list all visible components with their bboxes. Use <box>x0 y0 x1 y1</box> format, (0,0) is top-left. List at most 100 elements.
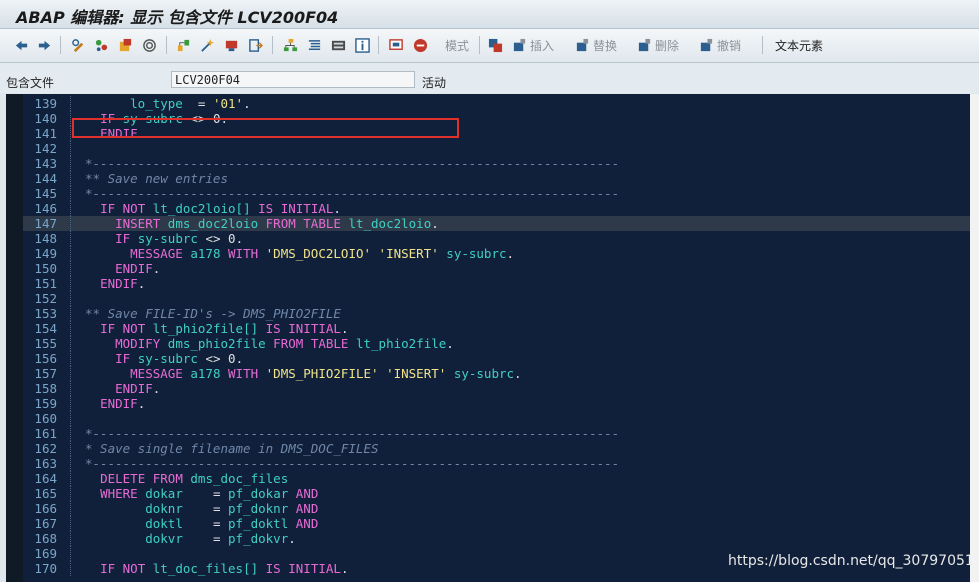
mode-button[interactable]: 模式 <box>442 37 469 53</box>
code-line[interactable]: 165 WHERE dokar = pf_dokar AND <box>23 486 979 501</box>
code-line[interactable]: 156 IF sy-subrc <> 0. <box>23 351 979 366</box>
code-line[interactable]: 153 ** Save FILE-ID's -> DMS_PHIO2FILE <box>23 306 979 321</box>
display-change-icon <box>72 38 84 52</box>
undo-icon <box>700 38 713 51</box>
display-change-button[interactable] <box>71 37 86 53</box>
where-used-button[interactable] <box>142 37 157 53</box>
code-line[interactable]: 157 MESSAGE a178 WITH 'DMS_PHIO2FILE' 'I… <box>23 366 979 381</box>
code-text: doknr = pf_doknr AND <box>145 501 319 516</box>
code-text: *---------------------------------------… <box>85 456 620 471</box>
line-number: 158 <box>34 381 57 396</box>
line-number: 168 <box>34 531 57 546</box>
code-line[interactable]: 155 MODIFY dms_phio2file FROM TABLE lt_p… <box>23 336 979 351</box>
debug-icon <box>201 38 215 52</box>
code-line[interactable]: 151 ENDIF. <box>23 276 979 291</box>
code-text: *---------------------------------------… <box>85 426 620 441</box>
line-number: 159 <box>34 396 57 411</box>
object-list-button[interactable] <box>176 37 191 53</box>
fold-marker <box>70 366 80 381</box>
line-number: 163 <box>34 456 57 471</box>
hierarchy-button[interactable] <box>283 37 298 53</box>
code-text: DELETE FROM dms_doc_files <box>100 471 289 486</box>
stop-button[interactable] <box>413 37 428 53</box>
fold-marker <box>70 516 80 531</box>
code-editor[interactable]: 139 lo_type = '01'. 140 IF sy-subrc <> 0.… <box>6 94 979 582</box>
code-text: IF NOT lt_doc2loio[] IS INITIAL. <box>100 201 341 216</box>
code-area[interactable]: 139 lo_type = '01'. 140 IF sy-subrc <> 0.… <box>23 94 979 582</box>
code-line[interactable]: 145 *------------------------------------… <box>23 186 979 201</box>
forward-button[interactable] <box>37 37 52 53</box>
replace-label: 替换 <box>593 38 618 53</box>
mode-label: 模式 <box>445 38 470 53</box>
info-button[interactable] <box>355 37 370 53</box>
back-button[interactable] <box>14 37 29 53</box>
include-status: 活动 <box>422 76 447 90</box>
code-line[interactable]: 162 * Save single filename in DMS_DOC_FIL… <box>23 441 979 456</box>
code-line[interactable]: 160 <box>23 411 979 426</box>
enhancement-button[interactable] <box>331 37 346 53</box>
line-number: 156 <box>34 351 57 366</box>
code-line[interactable]: 154 IF NOT lt_phio2file[] IS INITIAL. <box>23 321 979 336</box>
code-text: INSERT dms_doc2loio FROM TABLE lt_doc2lo… <box>115 216 439 231</box>
code-line[interactable]: 166 doknr = pf_doknr AND <box>23 501 979 516</box>
code-line[interactable]: 163 *------------------------------------… <box>23 456 979 471</box>
code-line[interactable]: 161 *------------------------------------… <box>23 426 979 441</box>
code-line[interactable]: 164 DELETE FROM dms_doc_files <box>23 471 979 486</box>
code-line[interactable]: 168 dokvr = pf_dokvr. <box>23 531 979 546</box>
code-text: IF sy-subrc <> 0. <box>115 351 244 366</box>
copy-icon <box>488 38 503 52</box>
code-text: MESSAGE a178 WITH 'DMS_DOC2LOIO' 'INSERT… <box>130 246 515 261</box>
toolbar-separator <box>479 36 480 54</box>
code-text: ** Save new entries <box>85 171 228 186</box>
code-text: *---------------------------------------… <box>85 186 620 201</box>
line-number: 166 <box>34 501 57 516</box>
line-number: 165 <box>34 486 57 501</box>
code-line[interactable]: 142 <box>23 141 979 156</box>
find-button[interactable] <box>389 37 404 53</box>
text-elements-button[interactable]: 文本元素 <box>772 37 823 53</box>
code-line[interactable]: 139 lo_type = '01'. <box>23 96 979 111</box>
fold-marker <box>70 216 80 231</box>
include-field-row: 包含文件 LCV200F04 活动 <box>0 63 979 93</box>
debug-button[interactable] <box>200 37 215 53</box>
code-line[interactable]: 149 MESSAGE a178 WITH 'DMS_DOC2LOIO' 'IN… <box>23 246 979 261</box>
forward-icon <box>38 40 51 50</box>
other-object-button[interactable] <box>94 37 109 53</box>
code-line[interactable]: 146 IF NOT lt_doc2loio[] IS INITIAL. <box>23 201 979 216</box>
object-list-icon <box>177 39 190 51</box>
pretty-printer-button[interactable] <box>307 37 322 53</box>
line-number: 161 <box>34 426 57 441</box>
include-label: 包含文件 <box>6 76 55 90</box>
enhancement-icon <box>331 40 346 50</box>
undo-button[interactable]: 撤销 <box>699 37 741 53</box>
undo-label: 撤销 <box>717 38 742 53</box>
line-number: 154 <box>34 321 57 336</box>
line-number: 145 <box>34 186 57 201</box>
code-line[interactable]: 143 *------------------------------------… <box>23 156 979 171</box>
code-line[interactable]: 148 IF sy-subrc <> 0. <box>23 231 979 246</box>
code-line[interactable]: 167 doktl = pf_doktl AND <box>23 516 979 531</box>
info-icon <box>355 37 370 53</box>
line-number: 148 <box>34 231 57 246</box>
delete-button[interactable]: 删除 <box>637 37 679 53</box>
line-number: 160 <box>34 411 57 426</box>
replace-button[interactable]: 替换 <box>575 37 617 53</box>
code-line[interactable]: 159 ENDIF. <box>23 396 979 411</box>
code-line[interactable]: 152 <box>23 291 979 306</box>
line-number: 170 <box>34 561 57 576</box>
pattern-button[interactable] <box>248 37 263 53</box>
code-line[interactable]: 147 INSERT dms_doc2loio FROM TABLE lt_do… <box>23 216 979 231</box>
code-line[interactable]: 158 ENDIF. <box>23 381 979 396</box>
insert-button[interactable]: 插入 <box>512 37 554 53</box>
vertical-scrollbar[interactable] <box>970 94 979 582</box>
navigate-button[interactable] <box>224 37 239 53</box>
include-name-input[interactable]: LCV200F04 <box>171 71 415 88</box>
copy-button[interactable] <box>488 37 503 53</box>
code-text: IF NOT lt_phio2file[] IS INITIAL. <box>100 321 349 336</box>
activate-button[interactable] <box>118 37 133 53</box>
code-line[interactable]: 144 ** Save new entries <box>23 171 979 186</box>
code-text: IF NOT lt_doc_files[] IS INITIAL. <box>100 561 349 576</box>
fold-marker <box>70 231 80 246</box>
line-number: 153 <box>34 306 57 321</box>
code-line[interactable]: 150 ENDIF. <box>23 261 979 276</box>
